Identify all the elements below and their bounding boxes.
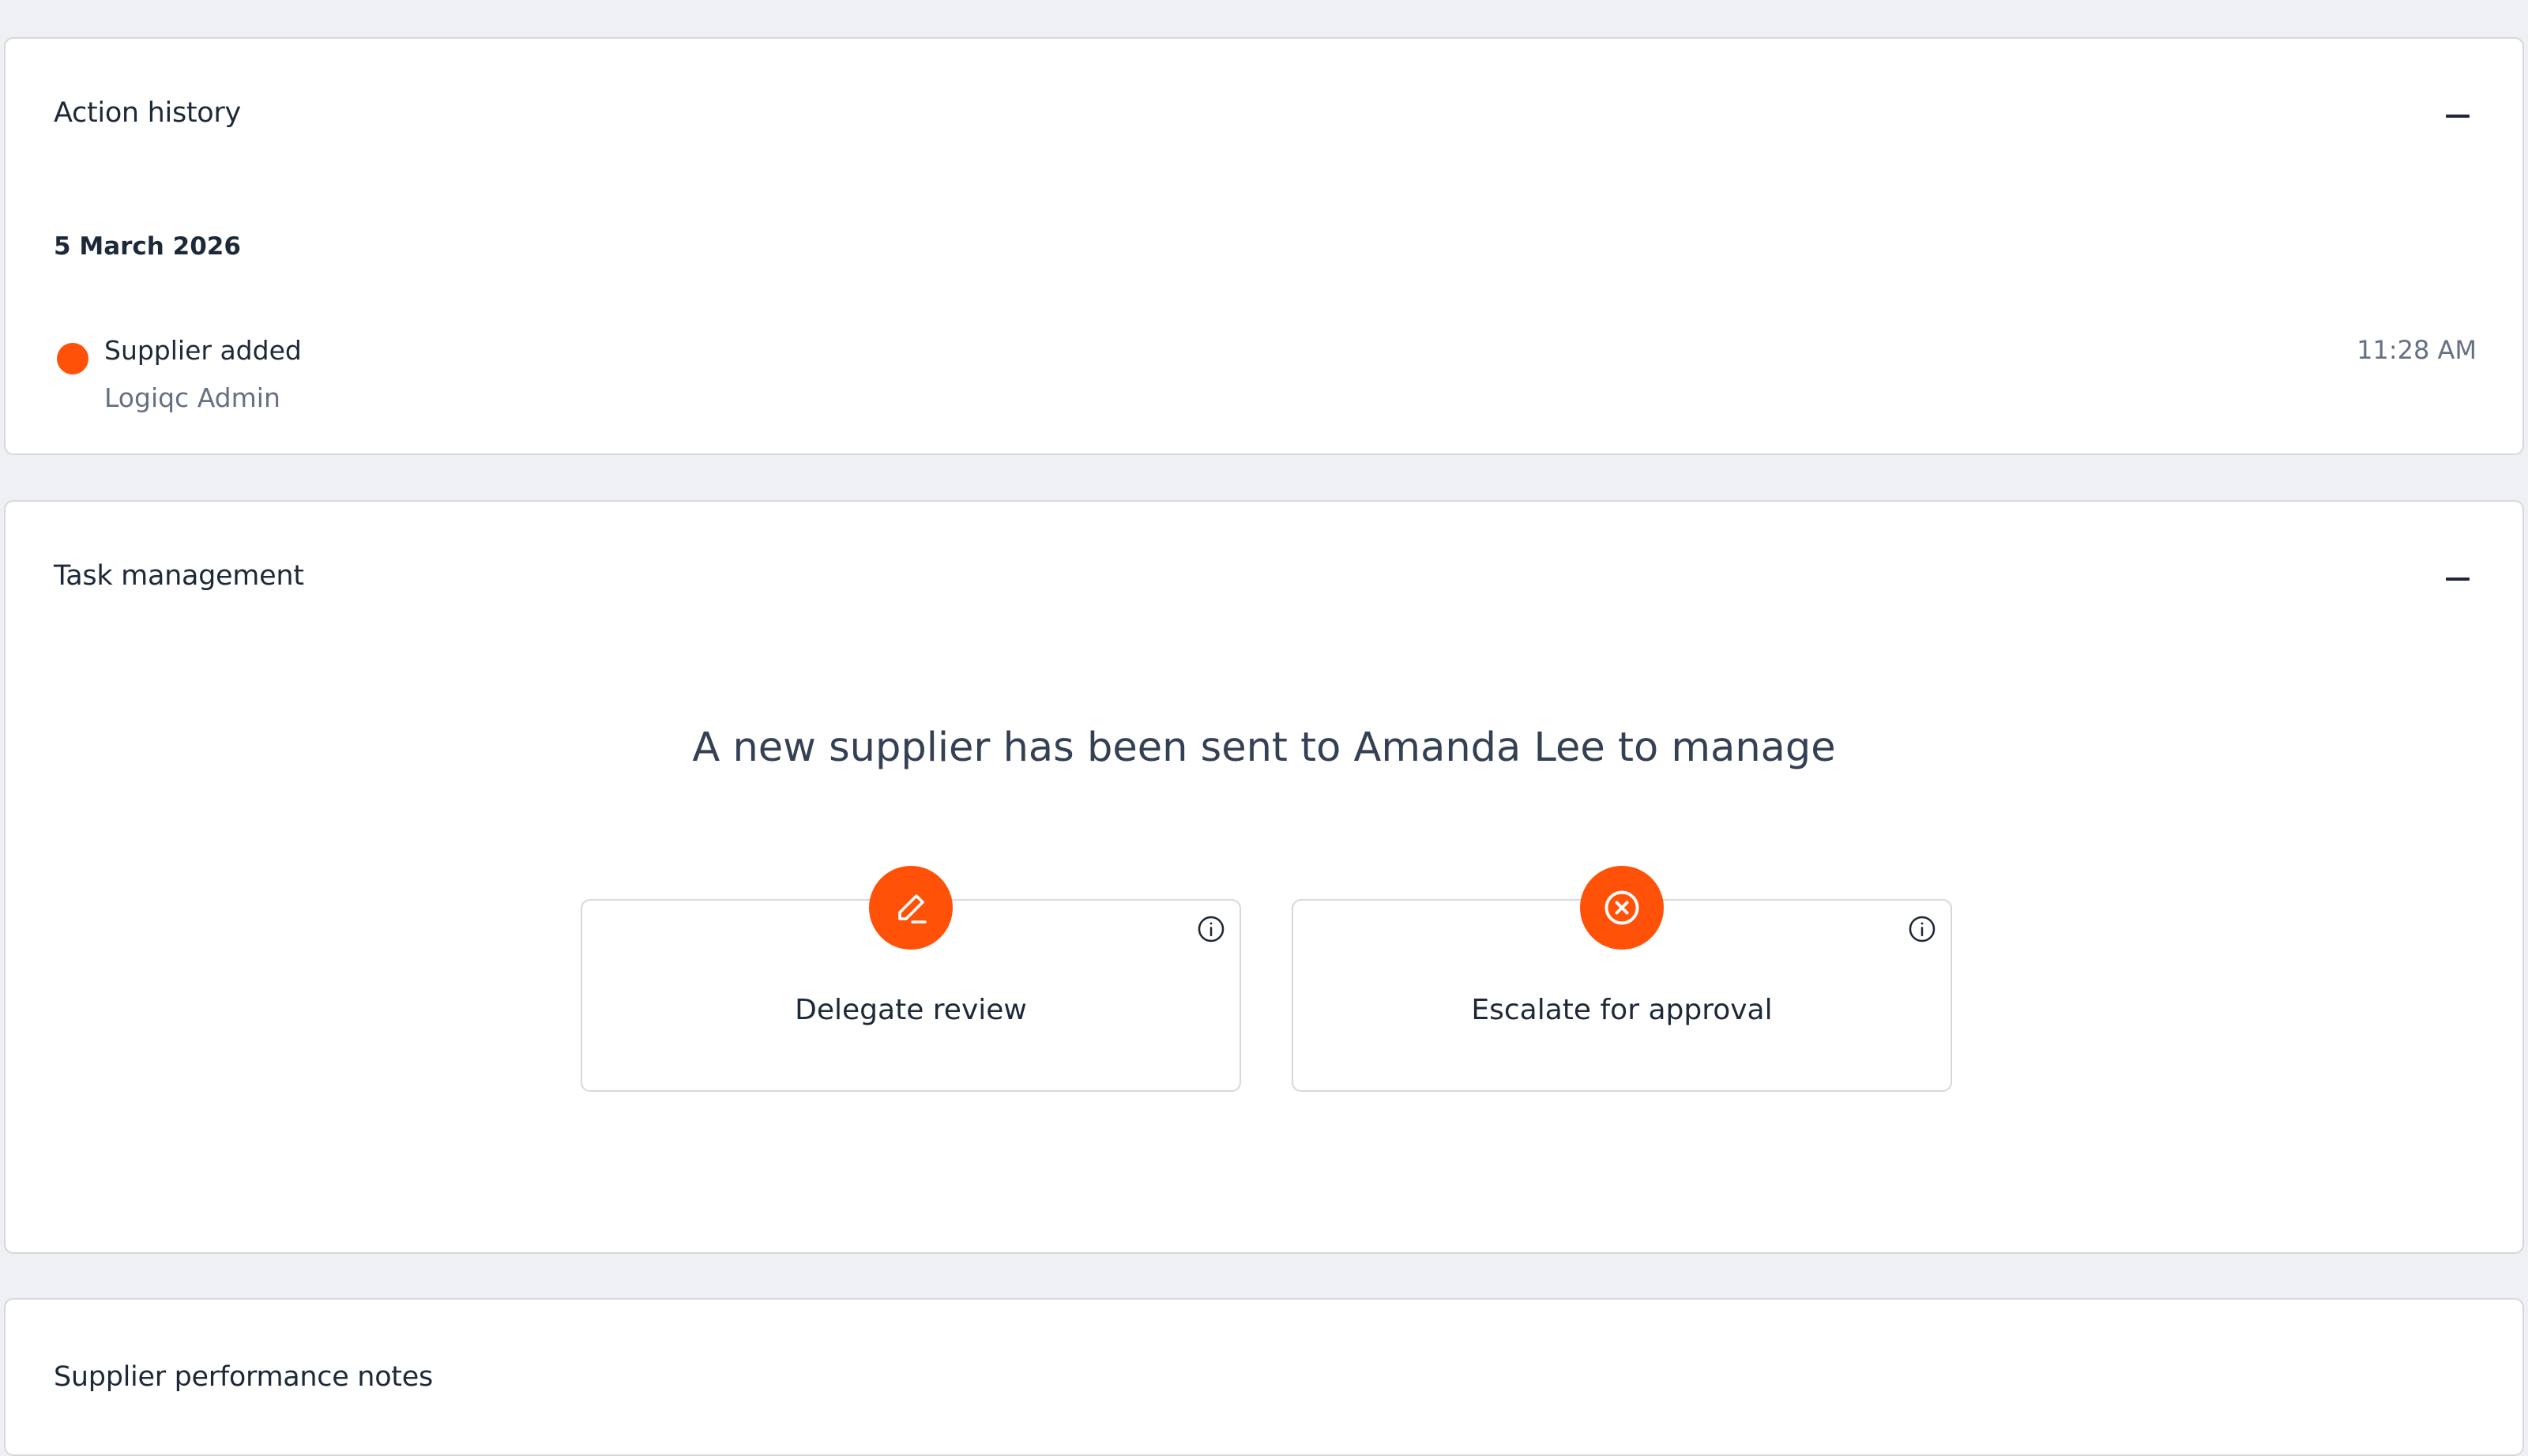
task-management-card: Task management A new supplier has been … [4,500,2524,1254]
task-message: A new supplier has been sent to Amanda L… [692,724,1836,771]
x-circle-icon [1580,866,1664,950]
escalate-for-approval-label: Escalate for approval [1471,994,1773,1026]
performance-notes-title: Supplier performance notes [54,1361,433,1393]
escalate-for-approval-button[interactable]: Escalate for approval [1292,866,1952,1092]
task-management-title: Task management [54,560,304,592]
info-icon[interactable] [1195,913,1227,945]
delegate-review-label: Delegate review [795,994,1027,1026]
pencil-icon [869,866,953,950]
collapse-task-management-button[interactable] [2439,560,2477,598]
action-history-card: Action history 5 March 2026 Supplier add… [4,37,2524,455]
action-history-title: Action history [54,97,241,129]
minus-icon [2446,578,2470,581]
event-user: Logiqc Admin [104,382,280,413]
status-dot-icon [57,343,88,374]
event-time: 11:28 AM [2357,335,2477,365]
history-date-heading: 5 March 2026 [54,232,241,261]
performance-notes-card: Supplier performance notes [4,1298,2524,1456]
event-title: Supplier added [104,335,302,366]
collapse-action-history-button[interactable] [2439,97,2477,135]
delegate-review-button[interactable]: Delegate review [581,866,1241,1092]
info-icon[interactable] [1906,913,1938,945]
minus-icon [2446,115,2470,118]
